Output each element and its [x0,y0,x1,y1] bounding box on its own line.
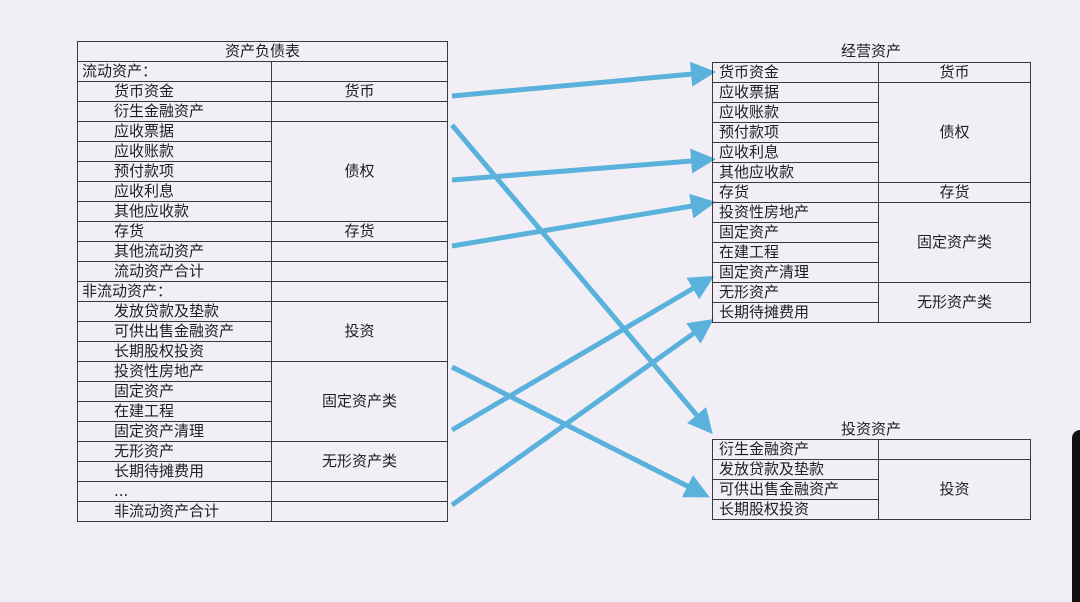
table-row: 流动资产合计 [77,261,449,282]
table-row: 其他流动资产 [77,241,449,262]
row-item: 衍生金融资产 [712,439,879,460]
arrow-investment [450,364,710,498]
arrow-fixed-assets [450,275,715,433]
table-row: 投资性房地产 固定资产类 [77,361,449,442]
row-item: 应收票据 [712,82,879,103]
row-category [878,439,1031,460]
row-category [270,501,449,522]
row-item: 应收票据 [77,121,272,142]
row-item: 投资性房地产 [77,361,272,382]
row-item: 长期待摊费用 [712,302,879,323]
table-title: 资产负债表 [76,41,449,62]
table-row: 流动资产： [77,61,449,82]
row-item: 应收利息 [77,181,272,202]
row-category [270,101,449,122]
row-item: 无形资产 [77,441,272,462]
row-item: 在建工程 [712,242,879,263]
row-category: 固定资产类 [878,202,1031,283]
table-row: ... [77,481,449,502]
table-row: 非流动资产： [77,281,449,302]
investment-assets-title: 投资资产 [840,420,901,438]
balance-sheet-table: 资产负债表 流动资产： 货币资金 货币 衍生金融资产 应收票据 债权 应收账款 预付… [76,41,449,522]
table-row: 资产负债表 [76,41,449,62]
row-category [270,61,449,82]
row-item: 货币资金 [77,81,272,102]
row-item: ... [77,481,272,502]
table-row: 衍生金融资产 [712,439,1031,460]
table-row: 货币资金 货币 [77,81,449,102]
row-item: 应收账款 [712,102,879,123]
row-item: 在建工程 [77,401,272,422]
arrow-currency [451,61,716,99]
row-item: 无形资产 [712,282,879,303]
investment-assets-table: 衍生金融资产 发放贷款及垫款 投资 可供出售金融资产 长期股权投资 [712,439,1031,520]
table-row: 投资性房地产 固定资产类 [712,202,1031,283]
row-category: 货币 [878,62,1031,83]
table-row: 无形资产 无形资产类 [712,282,1031,323]
row-item: 长期待摊费用 [77,461,272,482]
row-category [270,281,449,302]
row-category [270,481,449,502]
row-item: 货币资金 [712,62,879,83]
row-category [270,261,449,282]
row-category: 投资 [270,301,449,362]
row-item: 非流动资产： [77,281,272,302]
table-row: 存货 存货 [77,221,449,242]
row-item: 预付款项 [77,161,272,182]
row-item: 长期股权投资 [77,341,272,362]
table-row: 存货 存货 [712,182,1031,203]
row-category: 货币 [270,81,449,102]
row-item: 其他应收款 [712,162,879,183]
row-item: 预付款项 [712,122,879,143]
row-category: 存货 [878,182,1031,203]
row-item: 其他流动资产 [77,241,272,262]
row-item: 非流动资产合计 [77,501,272,522]
row-item: 发放贷款及垫款 [712,459,879,480]
row-item: 存货 [712,182,879,203]
row-item: 其他应收款 [77,201,272,222]
row-item: 应收利息 [712,142,879,163]
row-item: 应收账款 [77,141,272,162]
table-row: 无形资产 无形资产类 [77,441,449,482]
table-row: 发放贷款及垫款 投资 [77,301,449,362]
row-item: 固定资产 [712,222,879,243]
row-item: 固定资产清理 [77,421,272,442]
table-row: 非流动资产合计 [77,501,449,522]
row-item: 存货 [77,221,272,242]
row-item: 衍生金融资产 [77,101,272,122]
row-item: 可供出售金融资产 [77,321,272,342]
row-item: 流动资产合计 [77,261,272,282]
row-item: 投资性房地产 [712,202,879,223]
presenter-edge [1072,430,1080,602]
row-item: 流动资产： [77,61,272,82]
row-item: 可供出售金融资产 [712,479,879,500]
row-category: 无形资产类 [270,441,449,482]
table-row: 衍生金融资产 [77,101,449,122]
table-row: 货币资金 货币 [712,62,1031,83]
row-category: 存货 [270,221,449,242]
arrow-inventory [451,193,716,249]
table-row: 发放贷款及垫款 投资 [712,459,1031,520]
row-category: 投资 [878,459,1031,520]
operating-assets-title: 经营资产 [840,42,901,60]
table-row: 应收票据 债权 [712,82,1031,183]
table-row: 应收票据 债权 [77,121,449,222]
row-category: 债权 [878,82,1031,183]
row-item: 固定资产清理 [712,262,879,283]
operating-assets-table: 货币资金 货币 应收票据 债权 应收账款 预付款项 应收利息 其他应收款 存货 存货 … [712,62,1031,323]
row-category: 固定资产类 [270,361,449,442]
row-category: 无形资产类 [878,282,1031,323]
row-item: 固定资产 [77,381,272,402]
row-category: 债权 [270,121,449,222]
row-item: 长期股权投资 [712,499,879,520]
row-item: 发放贷款及垫款 [77,301,272,322]
row-category [270,241,449,262]
